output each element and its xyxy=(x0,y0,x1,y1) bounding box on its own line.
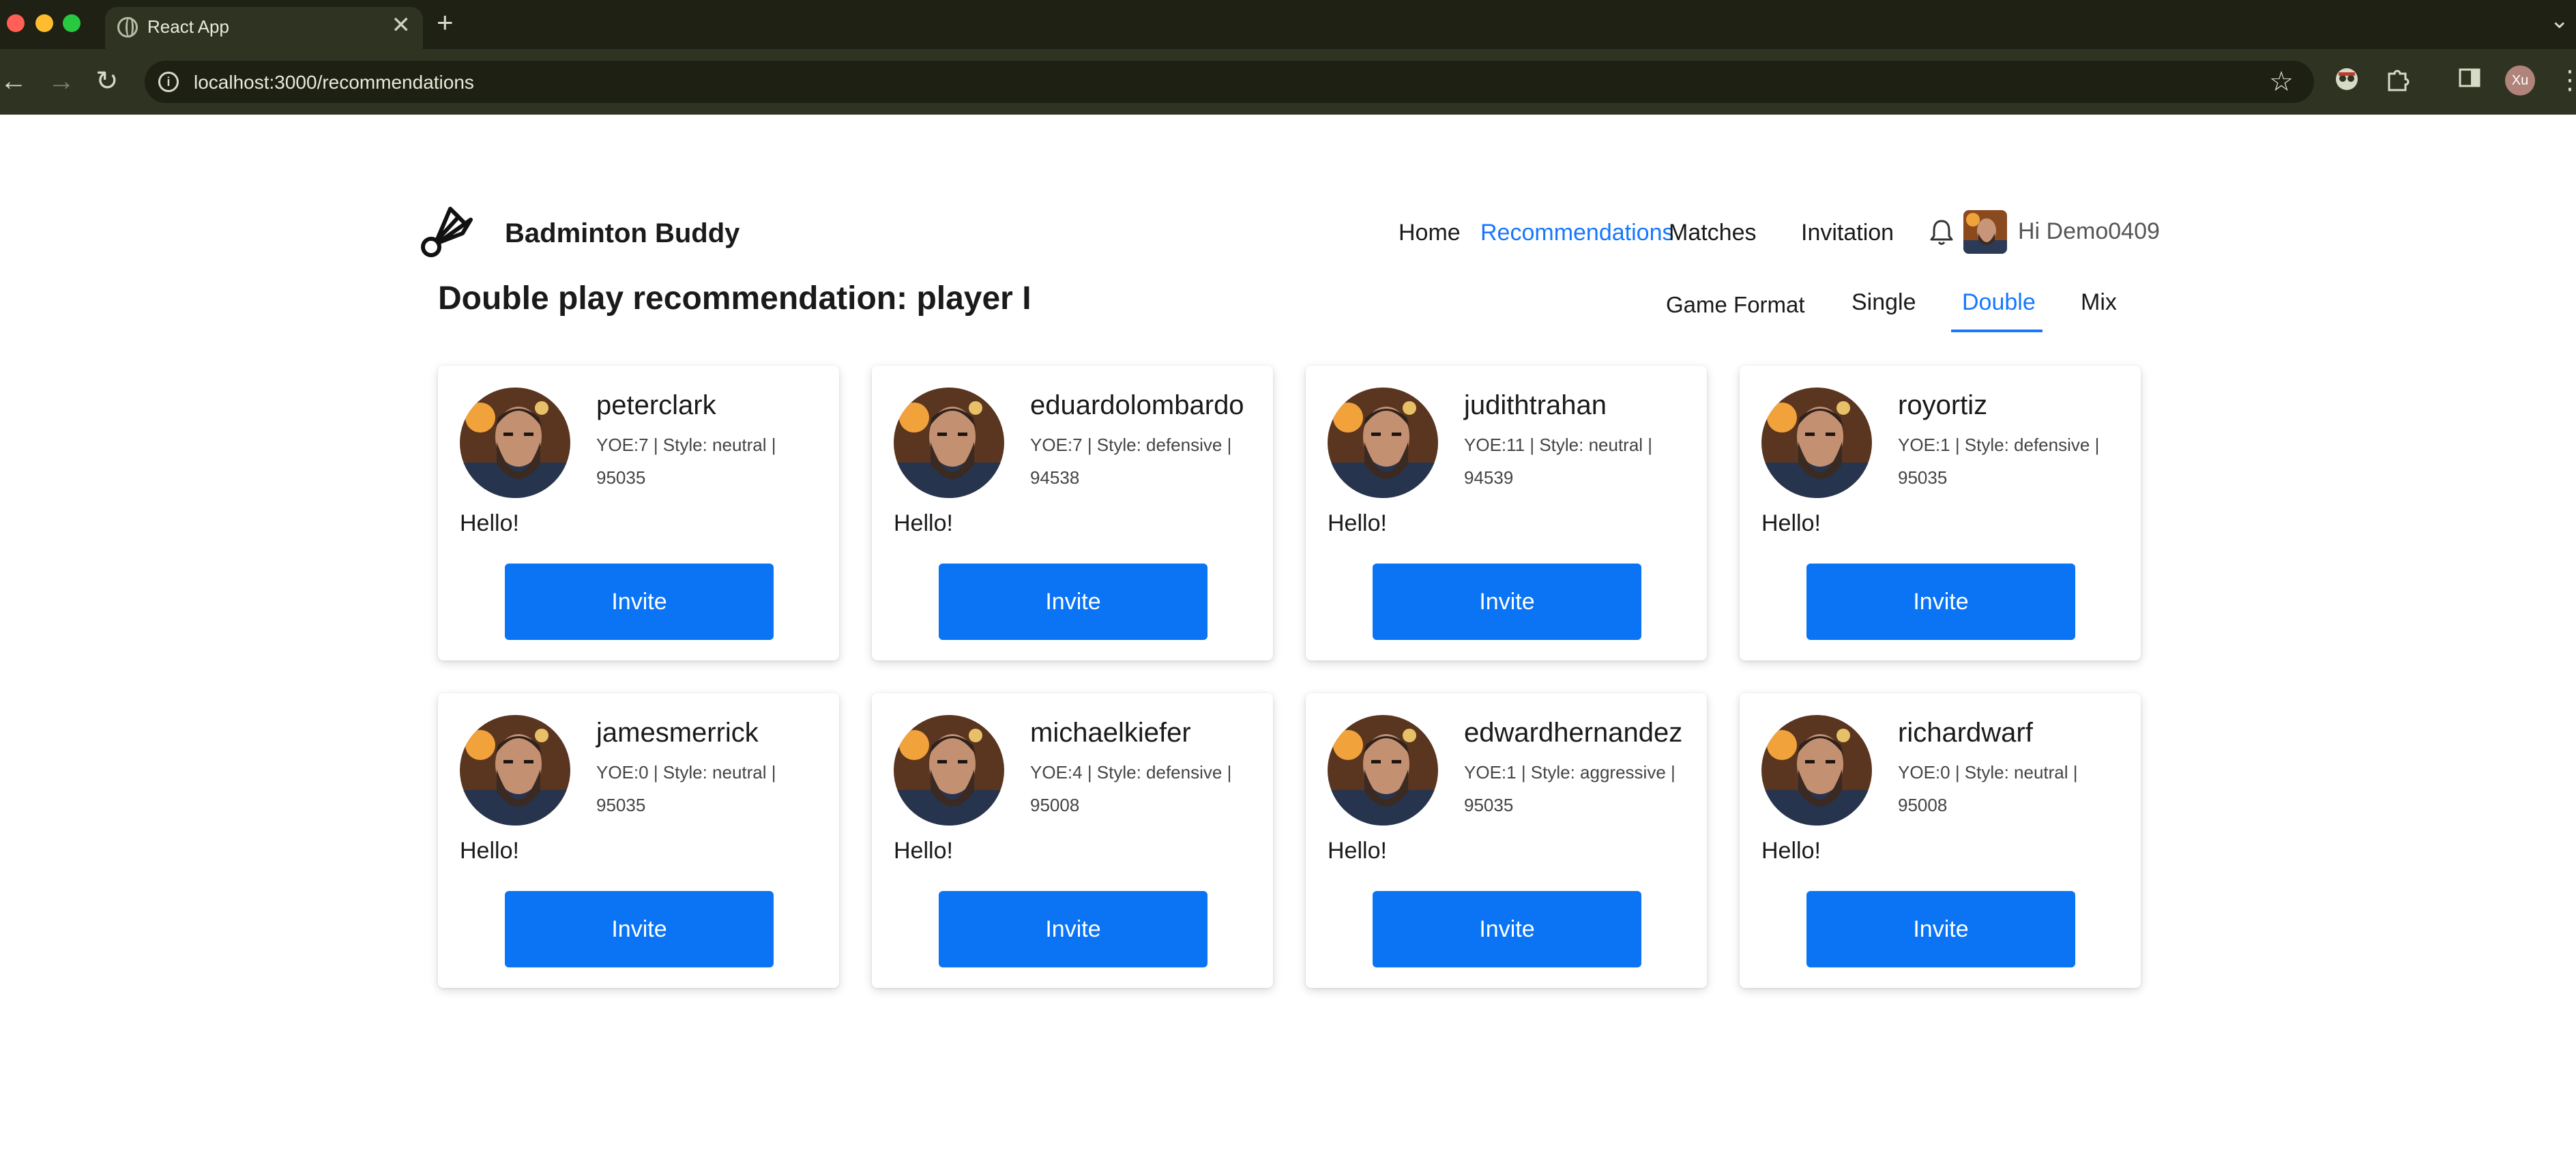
invite-button[interactable]: Invite xyxy=(505,891,774,967)
window-minimize-button[interactable] xyxy=(35,14,53,32)
player-details: YOE:7 | Style: defensive | 94538 xyxy=(1030,435,1232,488)
player-avatar xyxy=(894,388,1004,498)
shuttlecock-logo xyxy=(421,207,473,257)
player-avatar xyxy=(1761,715,1872,826)
player-name: jamesmerrick xyxy=(596,718,759,748)
active-tab-indicator xyxy=(1951,330,2043,332)
tab-double[interactable]: Double xyxy=(1962,289,2036,316)
nav-home[interactable]: Home xyxy=(1399,220,1461,246)
game-format-label: Game Format xyxy=(1666,292,1805,317)
profile-avatar[interactable]: Xu xyxy=(2505,65,2535,96)
player-avatar xyxy=(894,715,1004,826)
site-info-icon[interactable]: i xyxy=(158,72,179,92)
player-avatar xyxy=(460,715,570,826)
bell-icon[interactable] xyxy=(1928,217,1955,247)
new-tab-button[interactable]: + xyxy=(437,8,454,37)
invite-button[interactable]: Invite xyxy=(939,891,1208,967)
tab-search-icon[interactable]: ⌄ xyxy=(2550,7,2570,34)
invite-button[interactable]: Invite xyxy=(1806,891,2075,967)
player-name: royortiz xyxy=(1898,390,1988,420)
user-avatar[interactable] xyxy=(1963,210,2007,254)
player-avatar xyxy=(1328,388,1438,498)
player-card: michaelkiefer YOE:4 | Style: defensive |… xyxy=(872,693,1273,988)
player-message: Hello! xyxy=(894,510,953,536)
player-card: peterclark YOE:7 | Style: neutral | 9503… xyxy=(438,366,839,660)
brand-name[interactable]: Badminton Buddy xyxy=(505,218,740,249)
nav-matches[interactable]: Matches xyxy=(1669,220,1757,246)
player-details: YOE:0 | Style: neutral | 95008 xyxy=(1898,762,2078,815)
browser-tab[interactable]: React App ✕ xyxy=(105,7,423,49)
player-name: judithtrahan xyxy=(1464,390,1607,420)
player-name: peterclark xyxy=(596,390,716,420)
reload-icon[interactable]: ↻ xyxy=(96,64,119,98)
player-message: Hello! xyxy=(460,510,519,536)
browser-tab-bar: React App ✕ + ⌄ xyxy=(0,0,2576,49)
player-details: YOE:11 | Style: neutral | 94539 xyxy=(1464,435,1653,488)
player-name: eduardolombardo xyxy=(1030,390,1244,420)
player-details: YOE:4 | Style: defensive | 95008 xyxy=(1030,762,1232,815)
window-maximize-button[interactable] xyxy=(63,14,80,32)
tab-single[interactable]: Single xyxy=(1852,289,1916,316)
player-avatar xyxy=(460,388,570,498)
page-title: Double play recommendation: player I xyxy=(438,280,1031,317)
invite-button[interactable]: Invite xyxy=(1373,564,1641,640)
player-card: royortiz YOE:1 | Style: defensive | 9503… xyxy=(1740,366,2141,660)
tab-close-icon[interactable]: ✕ xyxy=(392,14,411,37)
player-name: michaelkiefer xyxy=(1030,718,1191,748)
user-greeting: Hi Demo0409 xyxy=(2018,218,2160,244)
player-name: edwardhernandez xyxy=(1464,718,1683,748)
player-details: YOE:1 | Style: aggressive | 95035 xyxy=(1464,762,1675,815)
player-card: judithtrahan YOE:11 | Style: neutral | 9… xyxy=(1306,366,1707,660)
sidebar-icon[interactable] xyxy=(2453,65,2486,98)
back-arrow-icon[interactable]: ← xyxy=(0,64,27,98)
nav-invitation[interactable]: Invitation xyxy=(1801,220,1894,246)
player-message: Hello! xyxy=(1328,838,1387,864)
player-avatar xyxy=(1761,388,1872,498)
player-message: Hello! xyxy=(1328,510,1387,536)
player-name: richardwarf xyxy=(1898,718,2033,748)
tab-title: React App xyxy=(147,16,229,37)
invite-button[interactable]: Invite xyxy=(1373,891,1641,967)
player-message: Hello! xyxy=(460,838,519,864)
player-message: Hello! xyxy=(894,838,953,864)
player-card: jamesmerrick YOE:0 | Style: neutral | 95… xyxy=(438,693,839,988)
menu-icon[interactable]: ⋮ xyxy=(2557,64,2576,97)
player-details: YOE:0 | Style: neutral | 95035 xyxy=(596,762,776,815)
forward-arrow-icon[interactable]: → xyxy=(48,64,75,98)
address-bar[interactable]: i localhost:3000/recommendations ☆ xyxy=(145,61,2314,103)
invite-button[interactable]: Invite xyxy=(1806,564,2075,640)
nav-recommendations[interactable]: Recommendations xyxy=(1480,220,1673,246)
tab-mix[interactable]: Mix xyxy=(2081,289,2117,316)
extension-icon[interactable] xyxy=(2330,65,2363,98)
player-message: Hello! xyxy=(1761,838,1821,864)
invite-button[interactable]: Invite xyxy=(505,564,774,640)
window-close-button[interactable] xyxy=(7,14,25,32)
url-text[interactable]: localhost:3000/recommendations xyxy=(194,72,474,93)
star-icon[interactable]: ☆ xyxy=(2269,66,2294,98)
player-details: YOE:7 | Style: neutral | 95035 xyxy=(596,435,776,488)
globe-icon xyxy=(117,17,138,38)
player-card: eduardolombardo YOE:7 | Style: defensive… xyxy=(872,366,1273,660)
player-avatar xyxy=(1328,715,1438,826)
player-card: edwardhernandez YOE:1 | Style: aggressiv… xyxy=(1306,693,1707,988)
player-details: YOE:1 | Style: defensive | 95035 xyxy=(1898,435,2100,488)
player-card: richardwarf YOE:0 | Style: neutral | 950… xyxy=(1740,693,2141,988)
player-message: Hello! xyxy=(1761,510,1821,536)
browser-toolbar: ← → ↻ i localhost:3000/recommendations ☆… xyxy=(0,49,2576,115)
puzzle-icon[interactable] xyxy=(2381,65,2414,98)
invite-button[interactable]: Invite xyxy=(939,564,1208,640)
